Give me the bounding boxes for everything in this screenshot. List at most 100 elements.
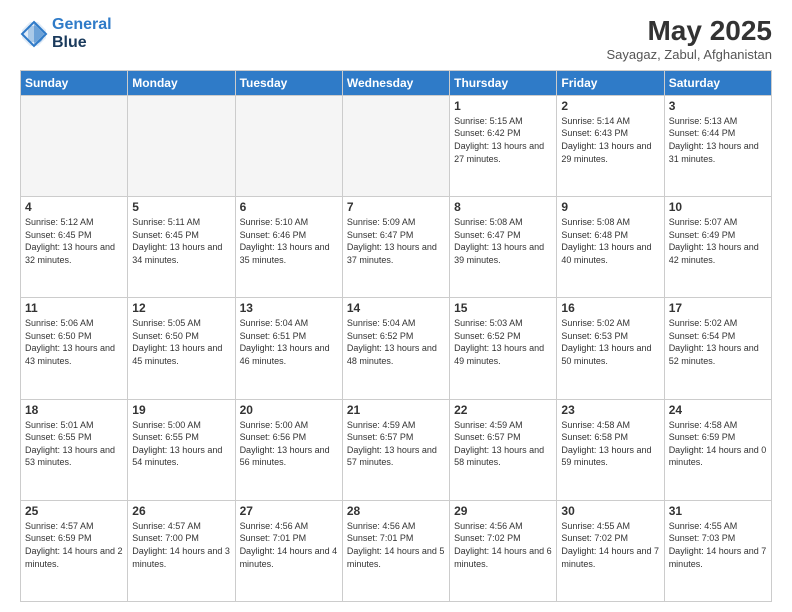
day-info: Sunrise: 5:03 AM Sunset: 6:52 PM Dayligh… <box>454 317 552 367</box>
day-number: 21 <box>347 403 445 417</box>
day-info: Sunrise: 5:07 AM Sunset: 6:49 PM Dayligh… <box>669 216 767 266</box>
day-number: 14 <box>347 301 445 315</box>
day-number: 20 <box>240 403 338 417</box>
day-number: 31 <box>669 504 767 518</box>
day-info: Sunrise: 5:13 AM Sunset: 6:44 PM Dayligh… <box>669 115 767 165</box>
day-info: Sunrise: 5:09 AM Sunset: 6:47 PM Dayligh… <box>347 216 445 266</box>
weekday-header-thursday: Thursday <box>450 70 557 95</box>
day-info: Sunrise: 4:57 AM Sunset: 7:00 PM Dayligh… <box>132 520 230 570</box>
week-row-2: 4 Sunrise: 5:12 AM Sunset: 6:45 PM Daylig… <box>21 197 772 298</box>
day-info: Sunrise: 5:02 AM Sunset: 6:54 PM Dayligh… <box>669 317 767 367</box>
day-info: Sunrise: 5:04 AM Sunset: 6:52 PM Dayligh… <box>347 317 445 367</box>
day-number: 23 <box>561 403 659 417</box>
day-cell: 20 Sunrise: 5:00 AM Sunset: 6:56 PM Dayli… <box>235 399 342 500</box>
calendar-table: SundayMondayTuesdayWednesdayThursdayFrid… <box>20 70 772 602</box>
day-number: 29 <box>454 504 552 518</box>
day-cell: 26 Sunrise: 4:57 AM Sunset: 7:00 PM Dayli… <box>128 500 235 601</box>
day-info: Sunrise: 5:00 AM Sunset: 6:56 PM Dayligh… <box>240 419 338 469</box>
day-info: Sunrise: 5:11 AM Sunset: 6:45 PM Dayligh… <box>132 216 230 266</box>
day-cell: 3 Sunrise: 5:13 AM Sunset: 6:44 PM Daylig… <box>664 95 771 196</box>
day-cell: 23 Sunrise: 4:58 AM Sunset: 6:58 PM Dayli… <box>557 399 664 500</box>
day-number: 10 <box>669 200 767 214</box>
weekday-header-row: SundayMondayTuesdayWednesdayThursdayFrid… <box>21 70 772 95</box>
day-cell: 2Sunrise: 5:14 AM Sunset: 6:43 PM Daylig… <box>557 95 664 196</box>
day-cell: 13 Sunrise: 5:04 AM Sunset: 6:51 PM Dayli… <box>235 298 342 399</box>
logo-text: General Blue <box>52 16 112 52</box>
weekday-header-sunday: Sunday <box>21 70 128 95</box>
day-cell <box>235 95 342 196</box>
weekday-header-monday: Monday <box>128 70 235 95</box>
week-row-5: 25Sunrise: 4:57 AM Sunset: 6:59 PM Dayli… <box>21 500 772 601</box>
day-number: 19 <box>132 403 230 417</box>
day-info: Sunrise: 5:02 AM Sunset: 6:53 PM Dayligh… <box>561 317 659 367</box>
day-info: Sunrise: 4:55 AM Sunset: 7:03 PM Dayligh… <box>669 520 767 570</box>
logo: General Blue <box>20 16 112 52</box>
day-cell: 8 Sunrise: 5:08 AM Sunset: 6:47 PM Daylig… <box>450 197 557 298</box>
day-info: Sunrise: 5:06 AM Sunset: 6:50 PM Dayligh… <box>25 317 123 367</box>
week-row-4: 18 Sunrise: 5:01 AM Sunset: 6:55 PM Dayli… <box>21 399 772 500</box>
day-cell: 1Sunrise: 5:15 AM Sunset: 6:42 PM Daylig… <box>450 95 557 196</box>
day-cell: 28 Sunrise: 4:56 AM Sunset: 7:01 PM Dayli… <box>342 500 449 601</box>
day-number: 4 <box>25 200 123 214</box>
day-cell: 11Sunrise: 5:06 AM Sunset: 6:50 PM Dayli… <box>21 298 128 399</box>
page-header: General Blue May 2025 Sayagaz, Zabul, Af… <box>20 16 772 62</box>
logo-icon <box>20 20 48 48</box>
day-cell: 12Sunrise: 5:05 AM Sunset: 6:50 PM Dayli… <box>128 298 235 399</box>
month-title: May 2025 <box>606 16 772 47</box>
day-cell: 7Sunrise: 5:09 AM Sunset: 6:47 PM Daylig… <box>342 197 449 298</box>
day-number: 18 <box>25 403 123 417</box>
day-number: 17 <box>669 301 767 315</box>
day-info: Sunrise: 4:58 AM Sunset: 6:59 PM Dayligh… <box>669 419 767 469</box>
week-row-1: 1Sunrise: 5:15 AM Sunset: 6:42 PM Daylig… <box>21 95 772 196</box>
day-info: Sunrise: 4:56 AM Sunset: 7:02 PM Dayligh… <box>454 520 552 570</box>
day-info: Sunrise: 4:55 AM Sunset: 7:02 PM Dayligh… <box>561 520 659 570</box>
day-number: 12 <box>132 301 230 315</box>
day-info: Sunrise: 5:15 AM Sunset: 6:42 PM Dayligh… <box>454 115 552 165</box>
weekday-header-tuesday: Tuesday <box>235 70 342 95</box>
day-cell: 9 Sunrise: 5:08 AM Sunset: 6:48 PM Daylig… <box>557 197 664 298</box>
day-info: Sunrise: 5:10 AM Sunset: 6:46 PM Dayligh… <box>240 216 338 266</box>
day-cell <box>128 95 235 196</box>
day-cell: 30Sunrise: 4:55 AM Sunset: 7:02 PM Dayli… <box>557 500 664 601</box>
day-number: 8 <box>454 200 552 214</box>
day-cell: 14 Sunrise: 5:04 AM Sunset: 6:52 PM Dayli… <box>342 298 449 399</box>
day-cell: 19Sunrise: 5:00 AM Sunset: 6:55 PM Dayli… <box>128 399 235 500</box>
day-cell: 27Sunrise: 4:56 AM Sunset: 7:01 PM Dayli… <box>235 500 342 601</box>
location: Sayagaz, Zabul, Afghanistan <box>606 47 772 62</box>
day-number: 13 <box>240 301 338 315</box>
day-number: 3 <box>669 99 767 113</box>
day-cell: 24Sunrise: 4:58 AM Sunset: 6:59 PM Dayli… <box>664 399 771 500</box>
day-cell: 29 Sunrise: 4:56 AM Sunset: 7:02 PM Dayli… <box>450 500 557 601</box>
day-info: Sunrise: 4:59 AM Sunset: 6:57 PM Dayligh… <box>347 419 445 469</box>
day-info: Sunrise: 5:04 AM Sunset: 6:51 PM Dayligh… <box>240 317 338 367</box>
day-number: 9 <box>561 200 659 214</box>
calendar-page: General Blue May 2025 Sayagaz, Zabul, Af… <box>0 0 792 612</box>
day-number: 15 <box>454 301 552 315</box>
day-info: Sunrise: 4:56 AM Sunset: 7:01 PM Dayligh… <box>347 520 445 570</box>
day-info: Sunrise: 5:01 AM Sunset: 6:55 PM Dayligh… <box>25 419 123 469</box>
day-info: Sunrise: 5:08 AM Sunset: 6:48 PM Dayligh… <box>561 216 659 266</box>
day-cell: 18 Sunrise: 5:01 AM Sunset: 6:55 PM Dayli… <box>21 399 128 500</box>
day-cell: 5 Sunrise: 5:11 AM Sunset: 6:45 PM Daylig… <box>128 197 235 298</box>
day-cell: 25Sunrise: 4:57 AM Sunset: 6:59 PM Dayli… <box>21 500 128 601</box>
day-info: Sunrise: 4:58 AM Sunset: 6:58 PM Dayligh… <box>561 419 659 469</box>
weekday-header-friday: Friday <box>557 70 664 95</box>
day-info: Sunrise: 4:59 AM Sunset: 6:57 PM Dayligh… <box>454 419 552 469</box>
day-number: 28 <box>347 504 445 518</box>
day-cell <box>21 95 128 196</box>
day-number: 26 <box>132 504 230 518</box>
day-cell: 4 Sunrise: 5:12 AM Sunset: 6:45 PM Daylig… <box>21 197 128 298</box>
day-cell: 10 Sunrise: 5:07 AM Sunset: 6:49 PM Dayli… <box>664 197 771 298</box>
day-cell: 21 Sunrise: 4:59 AM Sunset: 6:57 PM Dayli… <box>342 399 449 500</box>
day-info: Sunrise: 4:56 AM Sunset: 7:01 PM Dayligh… <box>240 520 338 570</box>
day-number: 16 <box>561 301 659 315</box>
day-number: 5 <box>132 200 230 214</box>
day-info: Sunrise: 5:12 AM Sunset: 6:45 PM Dayligh… <box>25 216 123 266</box>
day-number: 6 <box>240 200 338 214</box>
weekday-header-wednesday: Wednesday <box>342 70 449 95</box>
day-cell: 16 Sunrise: 5:02 AM Sunset: 6:53 PM Dayli… <box>557 298 664 399</box>
title-block: May 2025 Sayagaz, Zabul, Afghanistan <box>606 16 772 62</box>
day-info: Sunrise: 4:57 AM Sunset: 6:59 PM Dayligh… <box>25 520 123 570</box>
day-number: 22 <box>454 403 552 417</box>
day-info: Sunrise: 5:08 AM Sunset: 6:47 PM Dayligh… <box>454 216 552 266</box>
